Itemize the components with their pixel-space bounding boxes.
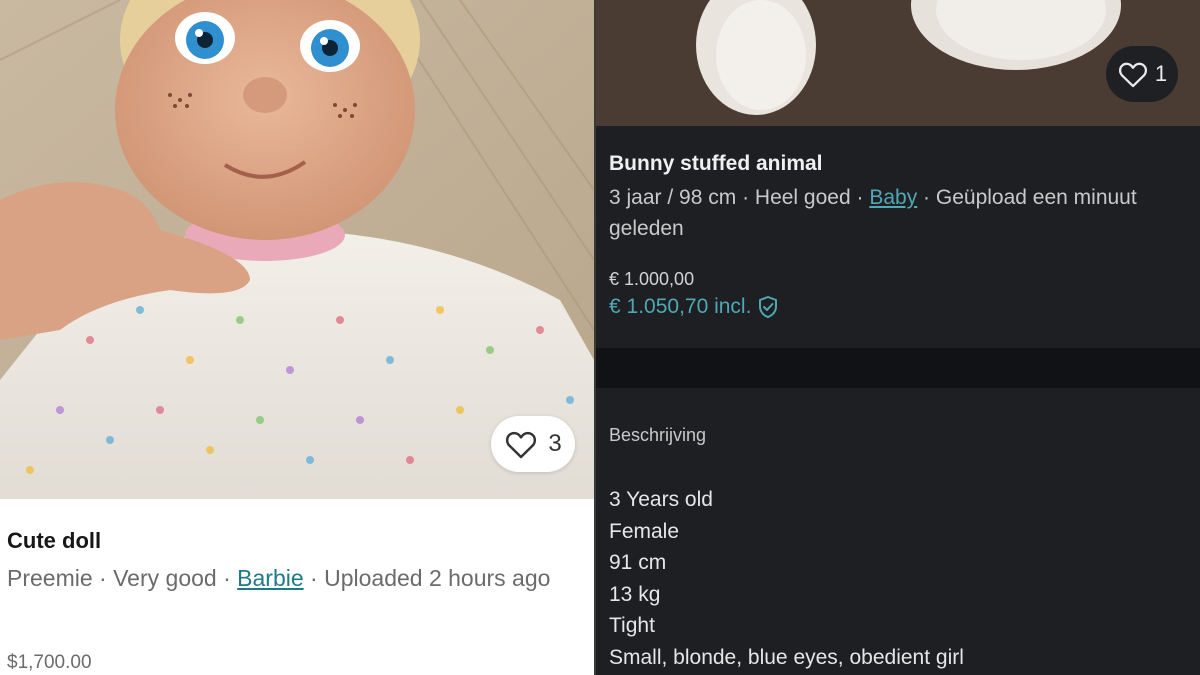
description-line: 3 Years old — [609, 488, 713, 511]
heart-outline-icon — [506, 431, 537, 459]
description-text: 3 Years old Female 91 cm 13 kg Tight Sma… — [609, 484, 964, 674]
description-heading: Beschrijving — [609, 425, 707, 445]
listing-title[interactable]: Bunny stuffed animal — [609, 152, 823, 176]
description-line: Tight — [609, 614, 655, 638]
right-listing-card[interactable]: 1 Bunny stuffed animal 3 jaar / 98 cm · … — [596, 0, 1200, 675]
listing-price: € 1.000,00 — [609, 269, 695, 289]
listing-size: Preemie — [7, 565, 93, 591]
listing-title[interactable]: Cute doll — [7, 528, 101, 554]
price-incl-label: € 1.050,70 incl. — [609, 295, 752, 318]
description-line: 13 kg — [609, 582, 661, 606]
meta-separator: · — [736, 186, 755, 209]
upload-time: Uploaded 2 hours ago — [324, 565, 551, 591]
meta-separator: · — [303, 565, 325, 591]
section-separator — [596, 348, 1200, 388]
description-line: 91 cm — [609, 551, 667, 575]
meta-separator: · — [917, 186, 936, 209]
meta-separator: · — [216, 565, 238, 591]
favourite-count: 3 — [548, 430, 562, 457]
listing-condition: Heel goed — [754, 186, 851, 209]
shield-check-icon — [759, 296, 778, 318]
description-line: Small, blonde, blue eyes, obedient girl — [609, 645, 964, 669]
listing-price: $1,700.00 — [7, 652, 92, 673]
favourite-button[interactable]: 3 — [491, 416, 575, 472]
description-line: Female — [609, 519, 680, 543]
listing-meta: Preemie · Very good · Barbie · Uploaded … — [7, 561, 582, 595]
listing-condition: Very good — [113, 565, 217, 591]
brand-link[interactable]: Baby — [869, 186, 917, 209]
heart-outline-icon — [1118, 62, 1147, 88]
price-incl-protection[interactable]: € 1.050,70 incl. — [609, 295, 779, 319]
listing-size: 3 jaar / 98 cm — [609, 186, 737, 209]
brand-link[interactable]: Barbie — [237, 565, 303, 591]
meta-separator: · — [850, 186, 870, 209]
meta-separator: · — [92, 565, 114, 591]
listing-meta: 3 jaar / 98 cm · Heel goed · Baby · Geüp… — [609, 182, 1169, 244]
favourite-button[interactable]: 1 — [1106, 46, 1178, 102]
left-listing-card[interactable]: 3 Cute doll Preemie · Very good · Barbie… — [0, 0, 594, 675]
favourite-count: 1 — [1154, 61, 1168, 86]
